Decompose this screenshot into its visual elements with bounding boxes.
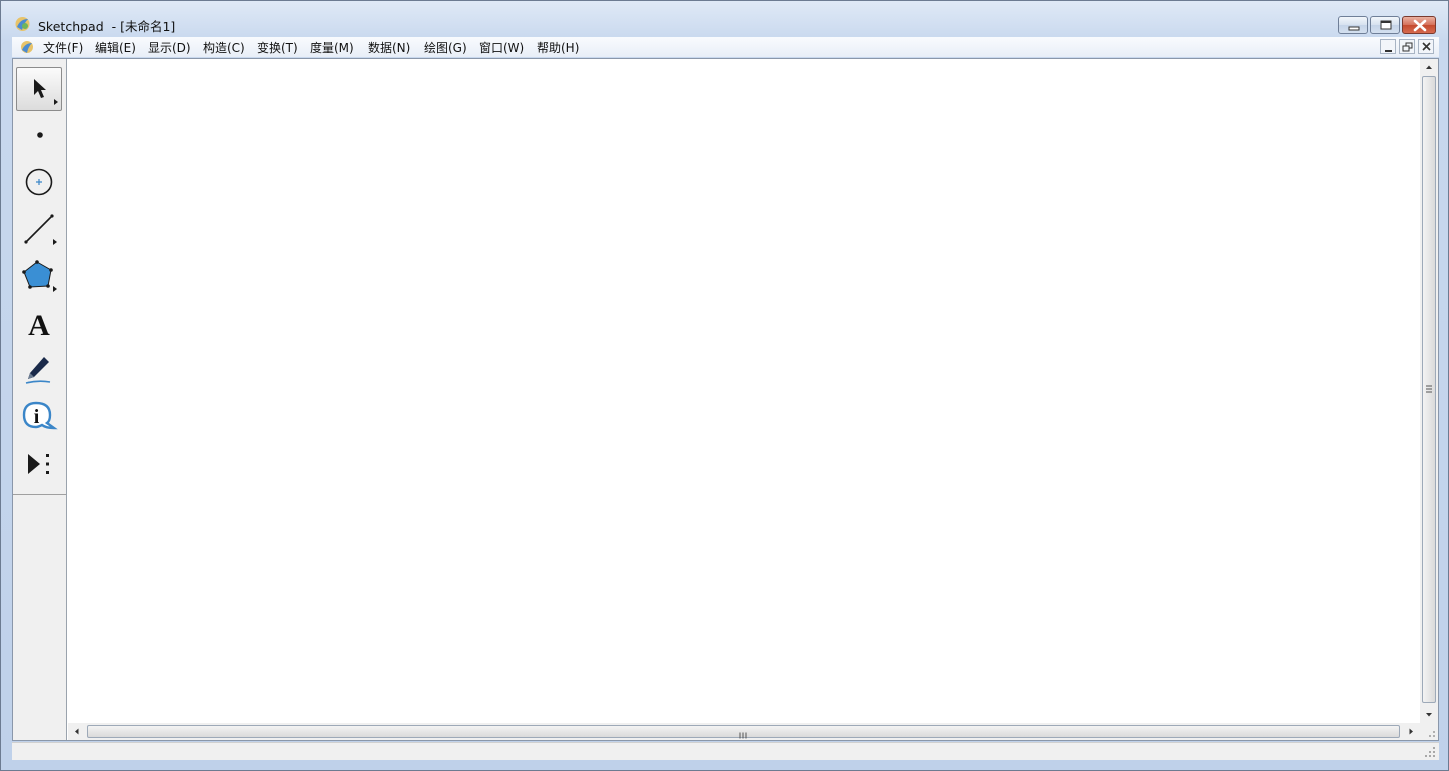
toolbox: A i <box>13 59 67 740</box>
title-bar[interactable]: Sketchpad - [未命名1] <box>1 1 1448 35</box>
vertical-scrollbar[interactable] <box>1420 59 1438 723</box>
pen-icon <box>25 357 51 384</box>
minimize-icon <box>1385 50 1392 52</box>
polygon-icon <box>22 260 57 292</box>
menu-help[interactable]: 帮助(H) <box>537 39 579 56</box>
straightedge-tool[interactable] <box>16 207 62 251</box>
svg-text:A: A <box>28 309 50 342</box>
compass-tool[interactable] <box>16 160 62 204</box>
sketchpad-app-icon[interactable] <box>14 15 31 32</box>
point-icon <box>37 132 43 138</box>
grip-icon <box>739 732 747 739</box>
document-area: A i <box>12 58 1439 741</box>
segment-icon <box>24 214 57 245</box>
resize-grip-icon[interactable] <box>1423 745 1437 759</box>
restore-icon <box>1380 20 1392 30</box>
resize-grip-icon <box>1429 731 1435 737</box>
scroll-corner <box>1420 723 1438 740</box>
application-window: Sketchpad - [未命名1] 文件(F) 编辑(E) 显示(D) 构造(… <box>0 0 1449 771</box>
minimize-button[interactable] <box>1338 16 1368 34</box>
maximize-button[interactable] <box>1370 16 1400 34</box>
doc-minimize-button[interactable] <box>1380 39 1396 54</box>
close-icon <box>1422 42 1431 51</box>
sketch-canvas[interactable] <box>68 59 1420 723</box>
info-icon: i <box>22 401 58 430</box>
close-icon <box>1413 19 1427 32</box>
menu-number[interactable]: 数据(N) <box>368 39 410 56</box>
information-tool[interactable]: i <box>16 395 62 439</box>
circle-icon <box>25 168 53 196</box>
menu-window[interactable]: 窗口(W) <box>479 39 524 56</box>
scroll-up-button[interactable] <box>1420 59 1438 76</box>
doc-restore-button[interactable] <box>1399 39 1415 54</box>
point-tool[interactable] <box>16 113 62 157</box>
custom-tool[interactable] <box>16 442 62 486</box>
arrow-down-icon <box>1426 713 1432 717</box>
menu-edit[interactable]: 编辑(E) <box>95 39 136 56</box>
restore-icon <box>1402 42 1413 52</box>
menu-construct[interactable]: 构造(C) <box>203 39 245 56</box>
close-button[interactable] <box>1402 16 1436 34</box>
polygon-tool[interactable] <box>16 254 62 298</box>
menu-transform[interactable]: 变换(T) <box>257 39 298 56</box>
scroll-right-button[interactable] <box>1402 723 1420 740</box>
menu-measure[interactable]: 度量(M) <box>310 39 354 56</box>
horizontal-scroll-thumb[interactable] <box>87 725 1400 739</box>
scroll-left-button[interactable] <box>68 723 86 740</box>
menu-file[interactable]: 文件(F) <box>43 39 83 56</box>
custom-tools-icon <box>28 454 49 474</box>
arrow-left-icon <box>75 728 79 735</box>
status-bar <box>12 742 1439 760</box>
arrow-icon <box>34 79 58 105</box>
menu-bar: 文件(F) 编辑(E) 显示(D) 构造(C) 变换(T) 度量(M) 数据(N… <box>12 37 1439 57</box>
vertical-scroll-thumb[interactable] <box>1422 76 1436 703</box>
toolbox-divider <box>13 494 66 495</box>
menu-graph[interactable]: 绘图(G) <box>424 39 467 56</box>
menu-display[interactable]: 显示(D) <box>148 39 191 56</box>
text-tool[interactable]: A <box>16 301 62 345</box>
minimize-icon <box>1348 26 1360 31</box>
arrow-up-icon <box>1426 65 1432 69</box>
marker-tool[interactable] <box>16 348 62 392</box>
doc-close-button[interactable] <box>1418 39 1434 54</box>
arrow-right-icon <box>1409 728 1413 735</box>
window-title: Sketchpad - [未命名1] <box>38 19 176 34</box>
grip-icon <box>1426 385 1432 393</box>
document-icon[interactable] <box>20 39 34 53</box>
svg-text:i: i <box>34 406 40 428</box>
scroll-down-button[interactable] <box>1420 706 1438 723</box>
arrow-select-tool[interactable] <box>16 67 62 111</box>
text-a-icon: A <box>28 309 50 342</box>
horizontal-scrollbar[interactable] <box>68 723 1420 740</box>
